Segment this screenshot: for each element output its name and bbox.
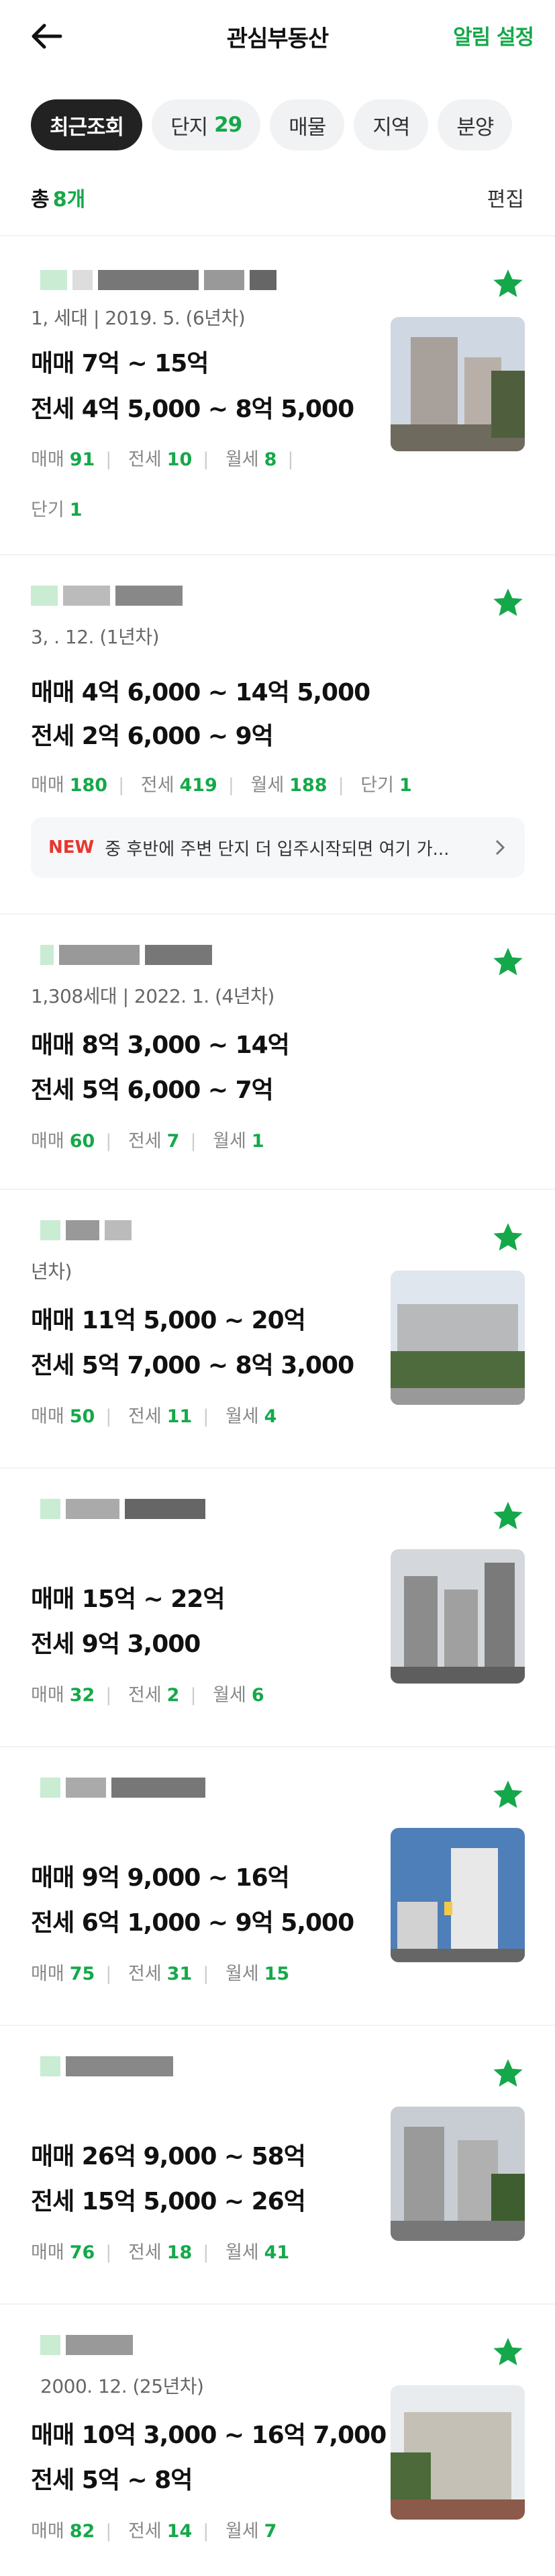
tab-complex[interactable]: 단지 29 [152, 99, 261, 150]
listing-counts: 매매 180 | 전세 419 | 월세 188 | 단기 1 [31, 775, 412, 796]
blurred-name [40, 270, 276, 290]
jeonse-price: 전세 2억 6,000 ~ 9억 [31, 723, 274, 750]
complex-info: 3, . 12. (1년차) [31, 626, 160, 648]
complex-info: 년차) [31, 1260, 72, 1283]
listing-counts: 매매 75 | 전세 31 | 월세 15 [31, 1964, 290, 1984]
tab-region[interactable]: 지역 [354, 99, 429, 150]
listing-counts: 매매 50 | 전세 11 | 월세 4 [31, 1406, 277, 1427]
chevron-right-icon [495, 839, 505, 856]
listing-counts: 매매 76 | 전세 18 | 월세 41 [31, 2242, 290, 2263]
property-item[interactable]: 매매 15억 ~ 22억 전세 9억 3,000 매매 32 | 전세 2 | 월세 6 [0, 1467, 555, 1743]
listing-counts: 매매 91 | 전세 10 | 월세 8 | [31, 449, 294, 470]
blurred-name [31, 586, 183, 606]
tab-listing[interactable]: 매물 [270, 99, 345, 150]
sale-price: 매매 8억 3,000 ~ 14억 [31, 1031, 290, 1059]
tab-recent[interactable]: 최근조회 [31, 99, 143, 150]
favorite-star-icon[interactable] [491, 2056, 525, 2091]
blurred-name [40, 945, 212, 965]
jeonse-price: 전세 6억 1,000 ~ 9억 5,000 [31, 1909, 354, 1937]
listing-counts: 매매 60 | 전세 7 | 월세 1 [31, 1131, 264, 1152]
new-badge: NEW [48, 837, 95, 858]
complex-photo [391, 2107, 525, 2241]
favorite-star-icon[interactable] [491, 1778, 525, 1812]
sale-price: 매매 10억 3,000 ~ 16억 7,000 [31, 2422, 387, 2449]
property-item[interactable]: 매매 9억 9,000 ~ 16억 전세 6억 1,000 ~ 9억 5,000… [0, 1746, 555, 2021]
complex-photo [391, 1271, 525, 1405]
jeonse-price: 전세 5억 6,000 ~ 7억 [31, 1076, 274, 1104]
complex-info: 1,308세대 | 2022. 1. (4년차) [31, 985, 274, 1007]
favorite-star-icon[interactable] [491, 2335, 525, 2370]
favorite-star-icon[interactable] [491, 945, 525, 980]
listing-counts-2: 단기 1 [31, 500, 83, 520]
jeonse-price: 전세 4억 5,000 ~ 8억 5,000 [31, 396, 354, 423]
favorite-star-icon[interactable] [491, 586, 525, 620]
blurred-name [40, 1220, 132, 1240]
alarm-settings-button[interactable]: 알림 설정 [453, 20, 534, 50]
blurred-name [40, 1499, 205, 1519]
complex-info: 1, 세대 | 2019. 5. (6년차) [31, 307, 246, 329]
edit-button[interactable]: 편집 [487, 183, 524, 212]
complex-photo [391, 317, 525, 451]
jeonse-price: 전세 5억 7,000 ~ 8억 3,000 [31, 1352, 354, 1379]
complex-info: 2000. 12. (25년차) [40, 2375, 204, 2397]
property-item[interactable]: 1,308세대 | 2022. 1. (4년차) 매매 8억 3,000 ~ 1… [0, 913, 555, 1182]
sale-price: 매매 15억 ~ 22억 [31, 1585, 225, 1613]
listing-counts: 매매 82 | 전세 14 | 월세 7 [31, 2521, 277, 2542]
property-item[interactable]: 2000. 12. (25년차) 매매 10억 3,000 ~ 16억 7,00… [0, 2303, 555, 2576]
total-count: 8개 [52, 188, 86, 212]
sale-price: 매매 9억 9,000 ~ 16억 [31, 1864, 290, 1892]
new-review-banner[interactable]: NEW 중 후반에 주변 단지 더 입주시작되면 여기 가... [31, 817, 525, 878]
jeonse-price: 전세 5억 ~ 8억 [31, 2467, 193, 2494]
tab-presale[interactable]: 분양 [438, 99, 513, 150]
favorite-star-icon[interactable] [491, 1220, 525, 1255]
property-item[interactable]: 3, . 12. (1년차) 매매 4억 6,000 ~ 14억 5,000 전… [0, 554, 555, 910]
new-review-text: 중 후반에 주변 단지 더 입주시작되면 여기 가... [105, 839, 450, 860]
complex-photo [391, 1828, 525, 1962]
complex-photo [391, 1549, 525, 1684]
blurred-name [40, 1778, 205, 1798]
filter-tabs: 최근조회 단지 29 매물 지역 분양 [31, 99, 513, 150]
property-item[interactable]: 1, 세대 | 2019. 5. (6년차) 매매 7억 ~ 15억 전세 4억… [0, 235, 555, 541]
favorite-star-icon[interactable] [491, 1499, 525, 1534]
complex-photo [391, 2385, 525, 2520]
sale-price: 매매 7억 ~ 15억 [31, 350, 209, 377]
app-header: 관심부동산 알림 설정 [0, 0, 555, 73]
listing-counts: 매매 32 | 전세 2 | 월세 6 [31, 1685, 264, 1706]
total-label: 총 [31, 188, 50, 212]
favorite-star-icon[interactable] [491, 267, 525, 302]
blurred-name [40, 2335, 133, 2355]
property-item[interactable]: 년차) 매매 11억 5,000 ~ 20억 전세 5억 7,000 ~ 8억 … [0, 1189, 555, 1464]
property-item[interactable]: 매매 26억 9,000 ~ 58억 전세 15억 5,000 ~ 26억 매매… [0, 2025, 555, 2300]
sale-price: 매매 26억 9,000 ~ 58억 [31, 2143, 306, 2170]
jeonse-price: 전세 9억 3,000 [31, 1630, 201, 1658]
list-summary: 총 8개 편집 [31, 183, 524, 212]
sale-price: 매매 11억 5,000 ~ 20억 [31, 1307, 306, 1334]
jeonse-price: 전세 15억 5,000 ~ 26억 [31, 2188, 306, 2215]
sale-price: 매매 4억 6,000 ~ 14억 5,000 [31, 679, 370, 706]
blurred-name [40, 2056, 173, 2076]
